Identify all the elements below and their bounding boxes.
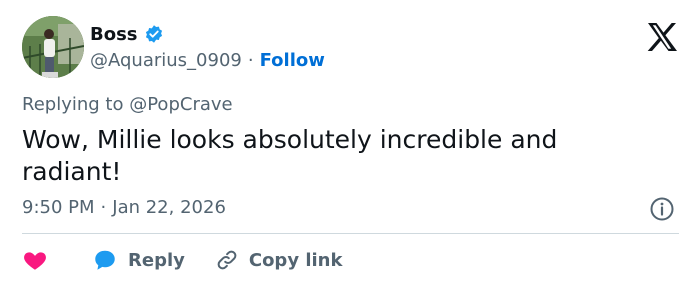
info-icon[interactable] xyxy=(649,196,675,222)
replying-to-mention[interactable]: @PopCrave xyxy=(129,94,232,115)
tweet-timestamp[interactable]: 9:50 PM · Jan 22, 2026 xyxy=(22,197,226,218)
tweet-date: Jan 22, 2026 xyxy=(112,197,226,218)
author-name-line: Boss xyxy=(90,22,164,46)
handle-separator: · xyxy=(247,49,254,71)
replying-to-line: Replying to @PopCrave xyxy=(22,94,233,115)
heart-icon xyxy=(24,252,46,270)
replying-to-prefix: Replying to xyxy=(22,94,124,115)
like-button[interactable] xyxy=(22,247,48,273)
verified-badge-icon xyxy=(144,24,164,44)
author-handle-line: @Aquarius_0909 · Follow xyxy=(90,48,325,72)
timestamp-separator: · xyxy=(100,197,107,218)
reply-button[interactable]: Reply xyxy=(92,247,185,273)
author-handle[interactable]: @Aquarius_0909 xyxy=(90,50,242,71)
author-name[interactable]: Boss xyxy=(90,24,138,45)
link-icon xyxy=(217,250,237,270)
tweet-text: Wow, Millie looks absolutely incredible … xyxy=(22,125,558,186)
copy-link-label: Copy link xyxy=(248,249,343,271)
x-logo-icon[interactable] xyxy=(646,22,678,52)
avatar[interactable] xyxy=(22,16,84,78)
action-bar: Reply Copy link xyxy=(22,246,342,274)
copy-link-button[interactable]: Copy link xyxy=(215,248,343,272)
follow-button[interactable]: Follow xyxy=(260,50,325,71)
reply-label: Reply xyxy=(128,249,185,271)
speech-bubble-icon xyxy=(95,250,115,270)
tweet-time: 9:50 PM xyxy=(22,197,95,218)
avatar-photo xyxy=(22,16,84,78)
divider xyxy=(22,233,679,234)
